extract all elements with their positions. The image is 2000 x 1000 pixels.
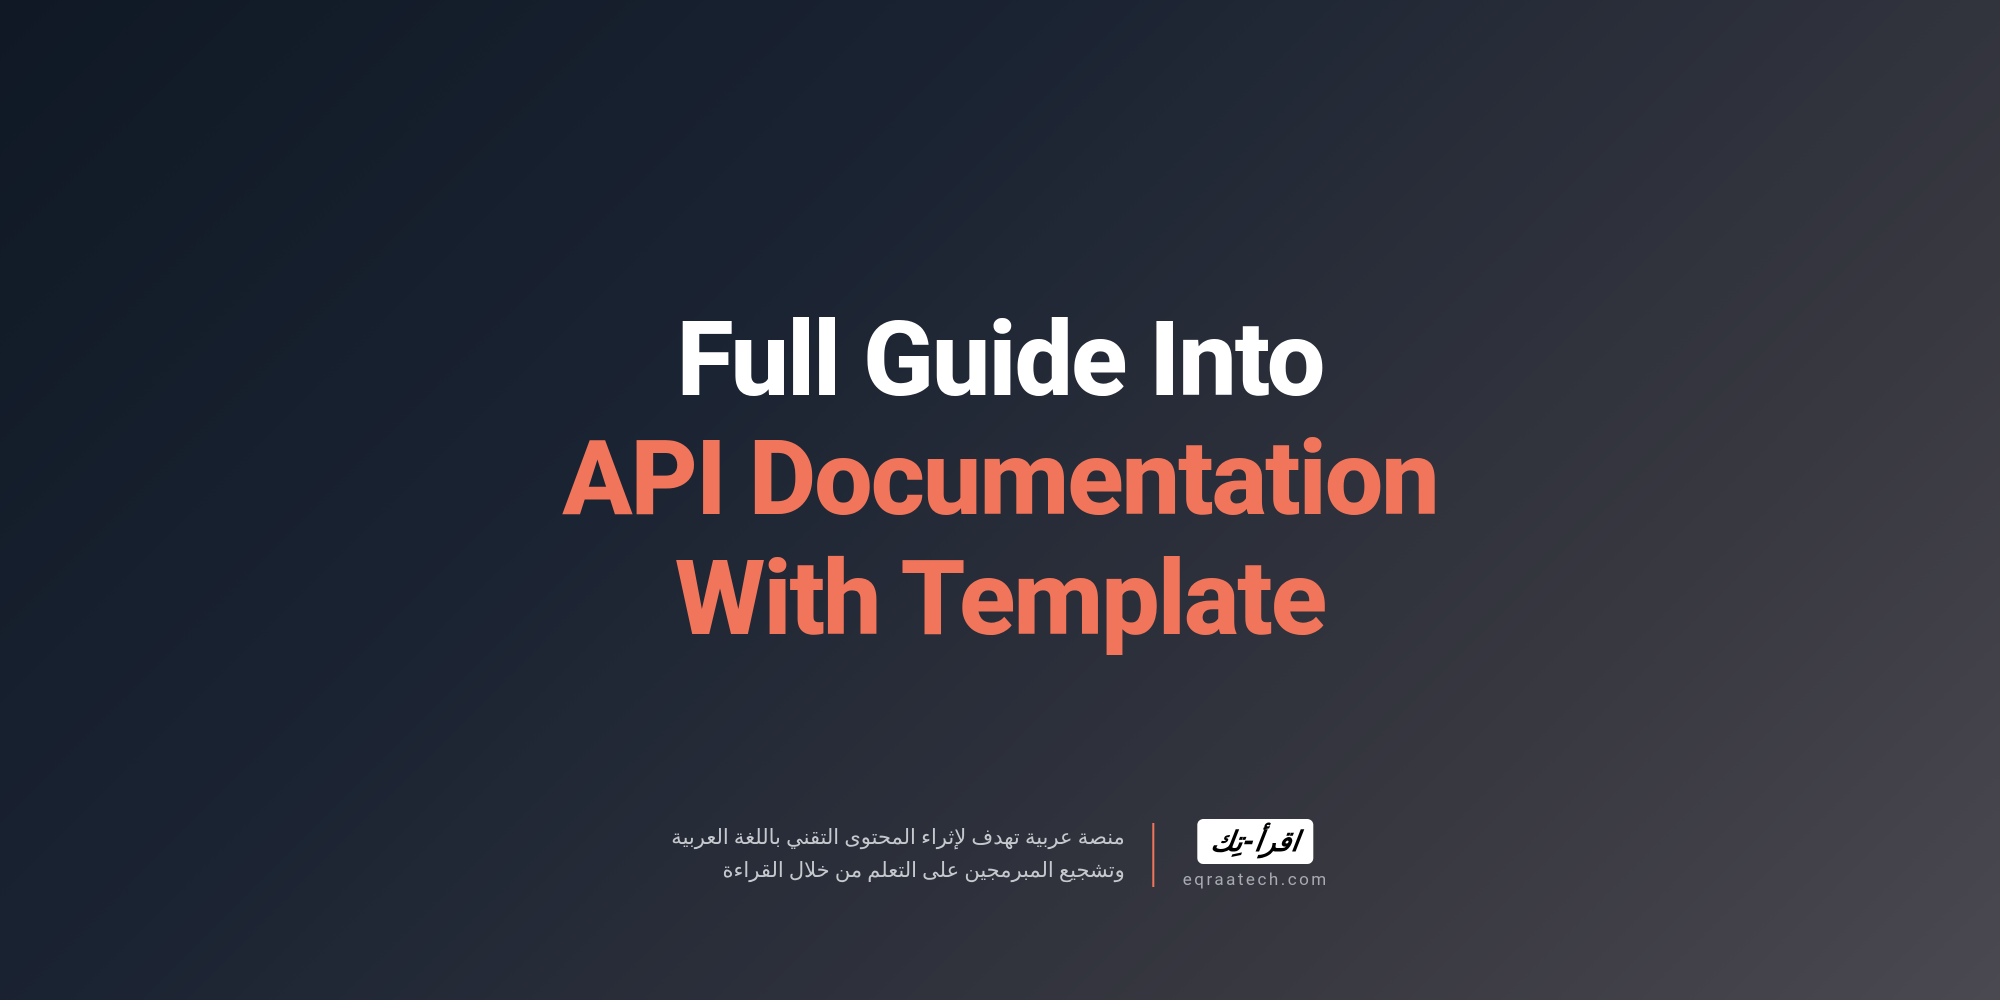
logo-text: اقرأ-تِك	[1209, 825, 1302, 858]
logo-section: اقرأ-تِك eqraatech.com	[1183, 819, 1329, 890]
title-container: Full Guide Into API Documentation With T…	[562, 301, 1438, 660]
logo-box: اقرأ-تِك	[1198, 819, 1314, 864]
footer: منصة عربية تهدف لإثراء المحتوى التقني با…	[671, 819, 1328, 890]
title-line-1: Full Guide Into	[562, 301, 1438, 421]
arabic-line-1: منصة عربية تهدف لإثراء المحتوى التقني با…	[671, 822, 1124, 855]
website-url: eqraatech.com	[1183, 870, 1329, 890]
title-line-2: API Documentation	[562, 420, 1438, 540]
arabic-description: منصة عربية تهدف لإثراء المحتوى التقني با…	[671, 822, 1124, 887]
arabic-line-2: وتشجيع المبرمجين على التعلم من خلال القر…	[671, 855, 1124, 888]
title-line-3: With Template	[562, 540, 1438, 660]
divider	[1153, 823, 1155, 887]
